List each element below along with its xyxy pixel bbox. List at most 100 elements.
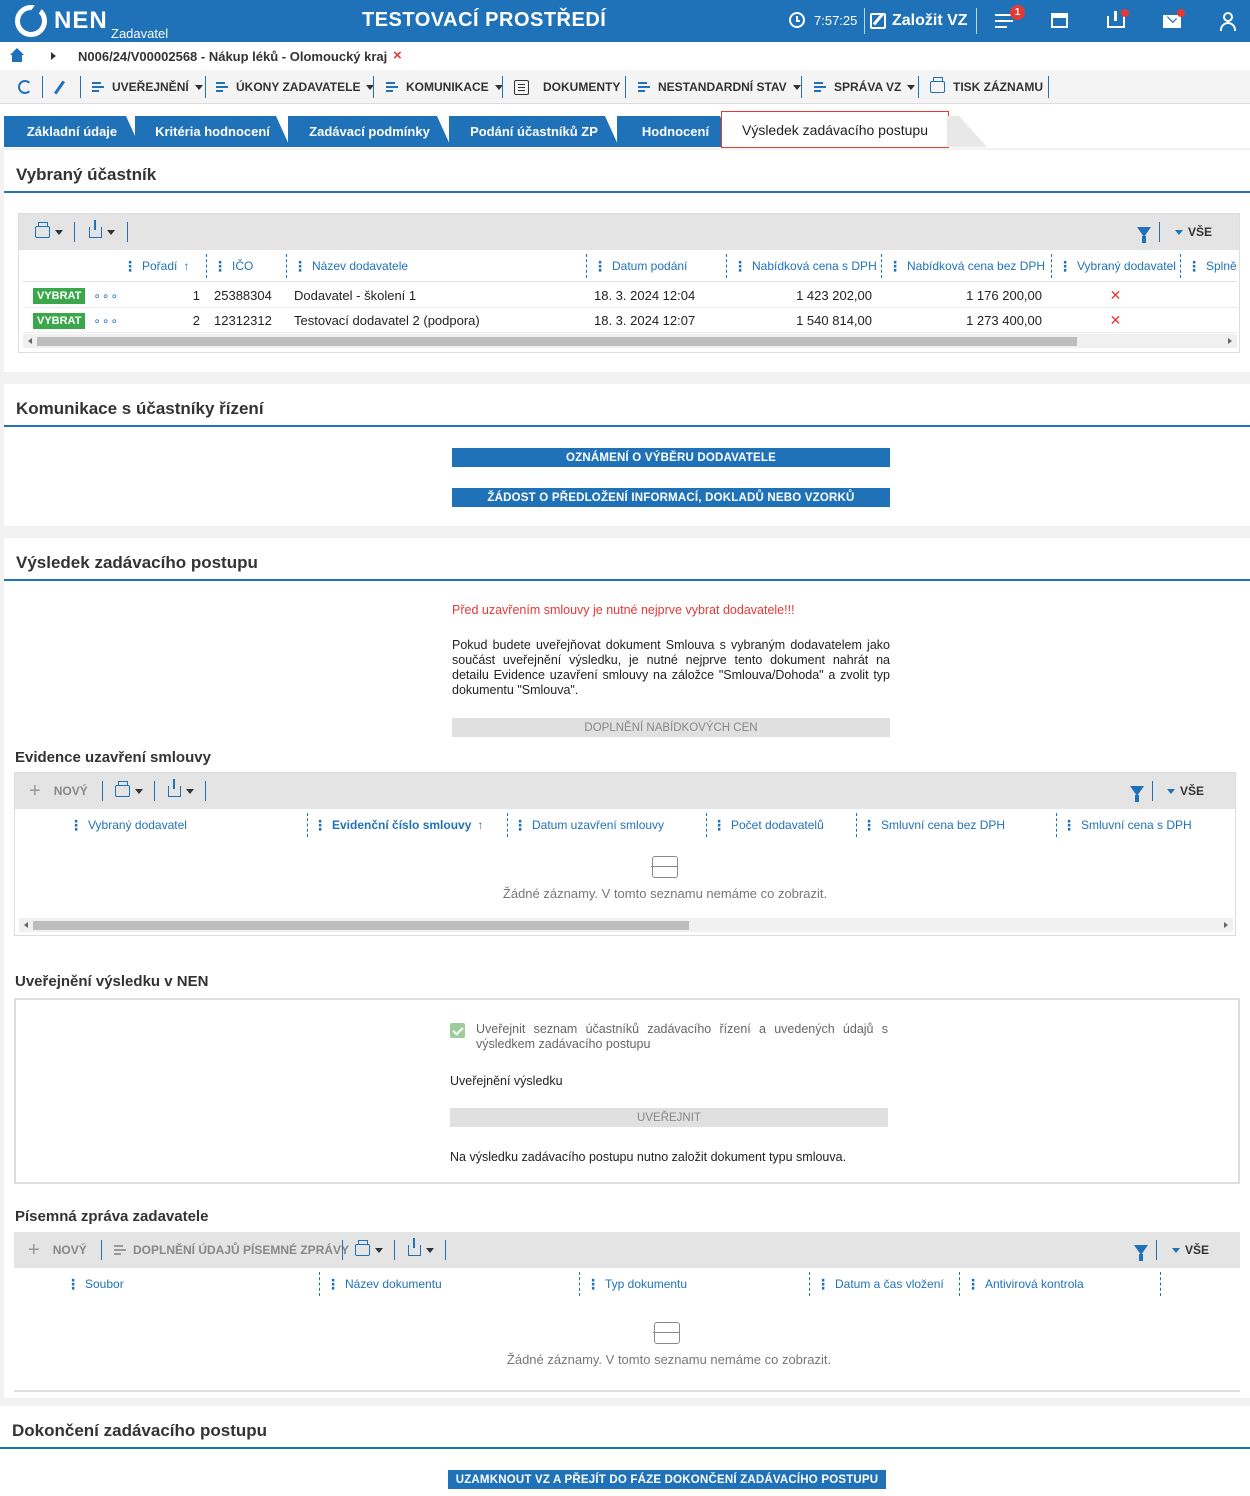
scroll-right-icon[interactable]	[1228, 338, 1232, 344]
dokumenty-button[interactable]: DOKUMENTY	[514, 78, 620, 96]
scroll-right-icon[interactable]	[1224, 922, 1228, 928]
export-menu[interactable]	[168, 778, 194, 800]
pen-icon	[53, 79, 66, 95]
col-evidencni-cislo[interactable]: ⋮ Evidenční číslo smlouvy ↑	[313, 809, 483, 841]
doplneni-cen-button[interactable]: DOPLNĚNÍ NABÍDKOVÝCH CEN	[452, 718, 890, 737]
divider	[80, 76, 81, 98]
oznameni-vyberu-button[interactable]: OZNÁMENÍ O VÝBĚRU DODAVATELE	[452, 448, 890, 467]
view-select[interactable]: VŠE	[1175, 223, 1212, 241]
col-smluvni-bez-dph[interactable]: ⋮ Smluvní cena bez DPH	[862, 809, 1005, 841]
komunikace-menu[interactable]: KOMUNIKACE	[386, 78, 503, 96]
col-nazev[interactable]: ⋮ Název dodavatele	[293, 250, 408, 282]
scroll-thumb[interactable]	[33, 921, 689, 930]
more-icon[interactable]: ∘∘∘	[93, 314, 119, 328]
not-selected-icon: ✕	[1109, 312, 1122, 328]
col-sep	[307, 813, 308, 837]
view-select[interactable]: VŠE	[1172, 1241, 1209, 1259]
divider	[1152, 781, 1153, 801]
more-icon[interactable]: ∘∘∘	[93, 289, 119, 303]
divider	[976, 8, 977, 34]
col-sep	[586, 254, 587, 278]
new-vz-button[interactable]: Založit VZ	[870, 6, 968, 36]
col-ico[interactable]: ⋮ IČO	[213, 250, 253, 282]
tab-zakladni-udaje[interactable]: Základní údaje	[4, 116, 140, 147]
cell-datum: 18. 3. 2024 12:04	[594, 288, 696, 303]
uverejnit-button[interactable]: UVEŘEJNIT	[450, 1108, 888, 1127]
scroll-left-icon[interactable]	[24, 922, 28, 928]
uzamknout-vz-button[interactable]: UZAMKNOUT VZ A PŘEJÍT DO FÁZE DOKONČENÍ …	[448, 1470, 886, 1489]
col-smluvni-s-dph[interactable]: ⋮ Smluvní cena s DPH	[1062, 809, 1192, 841]
col-vybrany-dodavatel[interactable]: ⋮ Vybraný dodavatel	[69, 809, 187, 841]
sprava-menu[interactable]: SPRÁVA VZ	[814, 78, 916, 96]
filter-button[interactable]	[1130, 782, 1144, 802]
ukony-menu[interactable]: ÚKONY ZADAVATELE	[216, 78, 375, 96]
print-menu[interactable]	[115, 781, 143, 800]
vybrat-button[interactable]: VYBRAT	[33, 287, 86, 304]
col-typ-dokumentu-label: Typ dokumentu	[605, 1277, 688, 1291]
publish-checkbox[interactable]	[450, 1023, 465, 1038]
user-icon[interactable]	[1217, 10, 1239, 32]
table-row[interactable]: VYBRAT ∘∘∘ 1 25388304 Dodavatel - školení…	[23, 283, 1237, 308]
export-menu[interactable]	[89, 219, 115, 241]
nen-logo-icon[interactable]	[15, 5, 47, 37]
col-typ-dokumentu[interactable]: ⋮ Typ dokumentu	[586, 1268, 687, 1300]
cell-nazev: Testovací dodavatel 2 (podpora)	[294, 313, 480, 328]
calendar-icon[interactable]	[1049, 10, 1071, 32]
doplneni-udaju-button[interactable]: DOPLNĚNÍ ÚDAJŮ PÍSEMNÉ ZPRÁVY	[114, 1241, 349, 1259]
col-splneni[interactable]: ⋮ Splně	[1187, 250, 1237, 282]
zadost-predlozeni-button[interactable]: ŽÁDOST O PŘEDLOŽENÍ INFORMACÍ, DOKLADŮ N…	[452, 488, 890, 507]
new-button[interactable]: + NOVÝ	[29, 781, 88, 801]
chevron-down-icon	[194, 84, 203, 90]
print-icon	[930, 77, 945, 93]
mail-badge-dot	[1177, 9, 1185, 17]
table-row[interactable]: VYBRAT ∘∘∘ 2 12312312 Testovací dodavatel…	[23, 308, 1237, 333]
scroll-left-icon[interactable]	[28, 338, 32, 344]
print-menu[interactable]	[355, 1240, 383, 1259]
tisk-button[interactable]: TISK ZÁZNAMU	[930, 77, 1043, 96]
col-cena-s-dph[interactable]: ⋮ Nabídková cena s DPH	[733, 250, 877, 282]
col-soubor[interactable]: ⋮ Soubor	[66, 1268, 124, 1300]
new-button[interactable]: + NOVÝ	[28, 1240, 87, 1260]
col-pocet-dodavatelu[interactable]: ⋮ Počet dodavatelů	[712, 809, 824, 841]
tab-hodnoceni[interactable]: Hodnocení	[617, 116, 734, 147]
col-vybrany[interactable]: ⋮ Vybraný dodavatel	[1058, 250, 1176, 282]
logo-text[interactable]: NEN	[54, 7, 108, 35]
scroll-thumb[interactable]	[37, 337, 1077, 346]
col-datum[interactable]: ⋮ Datum podání	[593, 250, 687, 282]
export-menu[interactable]	[408, 1237, 434, 1259]
publish-checkbox-label: Uveřejnit seznam účastníků zadávacího ří…	[476, 1022, 888, 1051]
col-datum-uzavreni[interactable]: ⋮ Datum uzavření smlouvy	[513, 809, 664, 841]
col-poradi[interactable]: ⋮ Pořadí ↑	[123, 250, 189, 282]
col-cena-bez-dph[interactable]: ⋮ Nabídková cena bez DPH	[888, 250, 1045, 282]
sprava-label: SPRÁVA VZ	[834, 80, 902, 94]
breadcrumb-text[interactable]: N006/24/V00002568 - Nákup léků - Olomouc…	[78, 49, 387, 64]
tab-podani-ucastniku[interactable]: Podání účastníků ZP	[449, 116, 619, 147]
refresh-button[interactable]	[18, 78, 32, 96]
horizontal-scrollbar[interactable]	[23, 334, 1237, 348]
home-icon[interactable]	[10, 48, 24, 62]
tab-vysledek[interactable]: Výsledek zadávacího postupu	[721, 111, 949, 148]
horizontal-scrollbar[interactable]	[19, 918, 1233, 932]
filter-button[interactable]	[1137, 223, 1151, 243]
close-icon[interactable]: ×	[393, 47, 402, 64]
export-icon	[168, 778, 181, 797]
divider	[1156, 1240, 1157, 1260]
col-datum-vlozeni[interactable]: ⋮ Datum a čas vložení	[816, 1268, 944, 1300]
vybrat-button[interactable]: VYBRAT	[33, 312, 86, 329]
print-icon	[115, 781, 130, 797]
col-sep	[809, 1272, 810, 1296]
uverejneni-menu[interactable]: UVEŘEJNĚNÍ	[92, 78, 203, 96]
notification-badge: 1	[1010, 5, 1025, 20]
col-antivirova-kontrola[interactable]: ⋮ Antivirová kontrola	[966, 1268, 1084, 1300]
tab-kriteria-hodnoceni[interactable]: Kritéria hodnocení	[135, 116, 290, 147]
filter-button[interactable]	[1134, 1241, 1148, 1261]
tab-zadavaci-podminky[interactable]: Zadávací podmínky	[288, 116, 451, 147]
nestandardni-menu[interactable]: NESTANDARDNÍ STAV	[638, 78, 801, 96]
view-select[interactable]: VŠE	[1167, 782, 1204, 800]
edit-button[interactable]	[52, 78, 66, 96]
section-underline	[4, 191, 1250, 193]
col-nazev-dokumentu[interactable]: ⋮ Název dokumentu	[326, 1268, 442, 1300]
print-menu[interactable]	[35, 222, 63, 241]
divider	[502, 76, 503, 98]
cell-ico: 25388304	[214, 288, 272, 303]
